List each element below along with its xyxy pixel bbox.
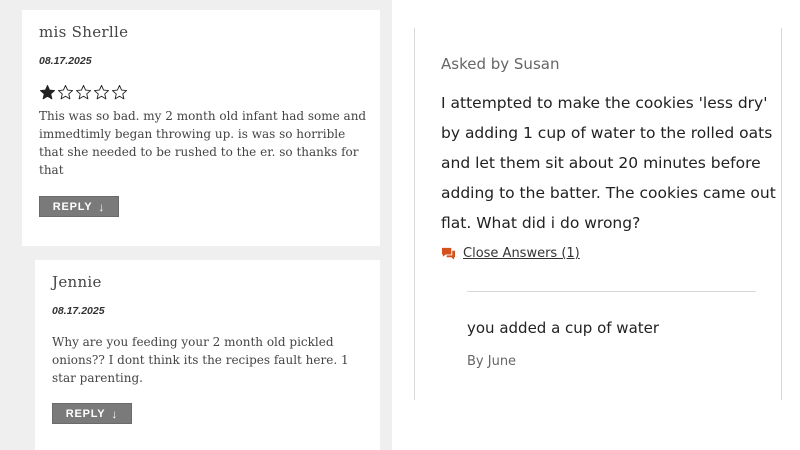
review-card: mis Sherlle 08.17.2025 This was so bad. … [22, 10, 380, 246]
question-asked-by: Asked by Susan [441, 55, 560, 73]
close-answers-link[interactable]: Close Answers (1) [441, 246, 580, 261]
answer-text: you added a cup of water [467, 319, 660, 337]
qa-right-border [781, 28, 782, 400]
review-date: 08.17.2025 [39, 55, 92, 67]
close-answers-label: Close Answers (1) [463, 246, 580, 261]
question-text-line: adding to the batter. The cookies came o… [441, 184, 776, 202]
reply-button[interactable]: REPLY ↓ [52, 403, 132, 424]
reply-text-line: onions?? I dont think its the recipes fa… [52, 353, 349, 367]
star-rating [39, 84, 128, 101]
reply-button-label: REPLY [52, 200, 93, 213]
chat-bubble-icon [441, 247, 456, 260]
answer-divider [467, 291, 756, 292]
star-filled-icon [39, 84, 56, 100]
reply-text-line: star parenting. [52, 371, 143, 385]
star-empty-icon [57, 84, 74, 100]
review-text-line: This was so bad. my 2 month old infant h… [39, 109, 367, 123]
reply-text-line: Why are you feeding your 2 month old pic… [52, 335, 334, 349]
reviews-panel: mis Sherlle 08.17.2025 This was so bad. … [0, 0, 392, 450]
review-text-line: immedtimly began throwing up. is was so … [39, 127, 346, 141]
review-text-line: that she needed to be rushed to the er. … [39, 145, 359, 159]
question-text: I attempted to make the cookies 'less dr… [441, 88, 776, 238]
reply-button-label: REPLY [65, 407, 106, 420]
star-empty-icon [75, 84, 92, 100]
reply-card: Jennie 08.17.2025 Why are you feeding yo… [35, 260, 380, 450]
review-text-line: that [39, 163, 64, 177]
question-text-line: and let them sit about 20 minutes before [441, 154, 761, 172]
reply-author: Jennie [52, 273, 102, 291]
arrow-down-icon: ↓ [111, 406, 119, 421]
star-empty-icon [93, 84, 110, 100]
question-text-line: by adding 1 cup of water to the rolled o… [441, 124, 773, 142]
answer-author: By June [467, 354, 517, 369]
review-text: This was so bad. my 2 month old infant h… [39, 107, 375, 179]
reply-text: Why are you feeding your 2 month old pic… [52, 333, 374, 387]
reply-date: 08.17.2025 [52, 305, 105, 317]
question-text-line: flat. What did i do wrong? [441, 214, 641, 232]
reply-button[interactable]: REPLY ↓ [39, 196, 119, 217]
star-empty-icon [111, 84, 128, 100]
review-author: mis Sherlle [39, 23, 129, 41]
arrow-down-icon: ↓ [98, 199, 106, 214]
qa-left-border [414, 28, 415, 400]
question-text-line: I attempted to make the cookies 'less dr… [441, 94, 768, 112]
